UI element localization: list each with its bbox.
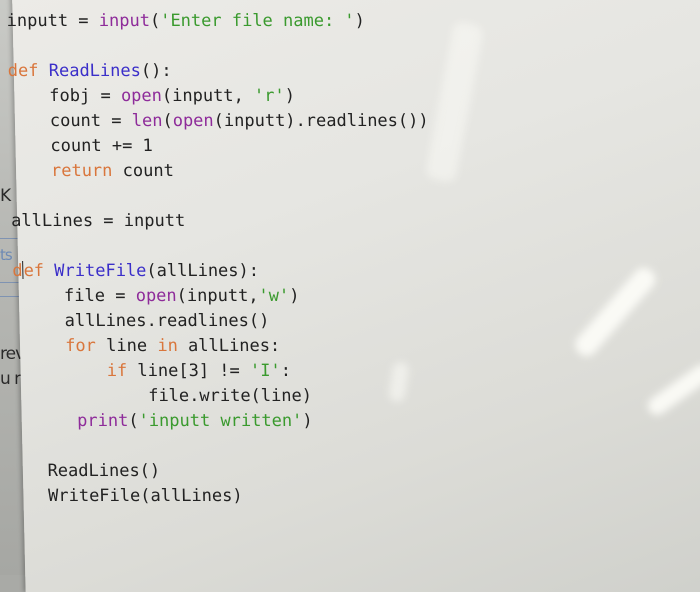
code-editor[interactable]: inputt = input('Enter file name: ') def R… bbox=[6, 0, 700, 592]
code-token: ( bbox=[149, 11, 161, 31]
code-token: (): bbox=[140, 61, 172, 81]
string-token: 'I' bbox=[249, 361, 281, 381]
keyword-token: d bbox=[12, 261, 23, 281]
code-line[interactable]: count = len(open(inputt).readlines()) bbox=[9, 109, 429, 134]
code-token: ReadLines() bbox=[16, 461, 161, 481]
builtin-token: input bbox=[98, 11, 151, 31]
function-name-token: ReadLines bbox=[48, 61, 142, 81]
code-token: : bbox=[280, 361, 292, 381]
code-token: ) bbox=[354, 11, 366, 31]
code-token: allLines: bbox=[177, 336, 281, 356]
code-token: ( bbox=[162, 111, 173, 131]
string-token: 'w' bbox=[258, 286, 290, 306]
string-token: 'r' bbox=[253, 86, 285, 106]
code-token: ) bbox=[302, 411, 313, 431]
screen-glare bbox=[571, 263, 660, 361]
code-line[interactable]: if line[3] != 'I': bbox=[14, 359, 434, 384]
function-name-token: WriteFile bbox=[54, 261, 147, 281]
code-token: (inputt).readlines()) bbox=[213, 111, 429, 131]
keyword-token: in bbox=[157, 336, 179, 356]
code-token: allLines = inputt bbox=[10, 211, 186, 231]
builtin-token: print bbox=[15, 411, 129, 431]
code-line[interactable]: print('inputt written') bbox=[15, 409, 435, 434]
code-token: (inputt, bbox=[161, 86, 255, 106]
code-line[interactable]: allLines.readlines() bbox=[13, 309, 433, 334]
background-window-text: K bbox=[0, 186, 11, 206]
code-line[interactable]: fobj = open(inputt, 'r') bbox=[8, 84, 428, 109]
keyword-token: for bbox=[13, 336, 97, 356]
code-token: file = bbox=[12, 286, 136, 306]
code-line[interactable]: ReadLines() bbox=[17, 459, 437, 484]
code-token: inputt = bbox=[6, 11, 100, 31]
keyword-token: if bbox=[14, 361, 128, 381]
code-line[interactable]: def ReadLines(): bbox=[8, 59, 428, 84]
screen-glare bbox=[424, 20, 485, 184]
code-line[interactable]: allLines = inputt bbox=[11, 209, 431, 234]
keyword-token: return bbox=[9, 161, 113, 181]
code-text-area[interactable]: inputt = input('Enter file name: ') def R… bbox=[6, 9, 437, 509]
screen-glare bbox=[644, 360, 700, 419]
code-token: WriteFile(allLines) bbox=[17, 486, 243, 506]
code-token: ) bbox=[289, 286, 300, 306]
code-token: (allLines): bbox=[146, 261, 260, 281]
builtin-token: open bbox=[120, 86, 163, 106]
code-line[interactable] bbox=[11, 234, 431, 259]
code-line[interactable]: count += 1 bbox=[9, 134, 429, 159]
background-window-text: ts bbox=[0, 246, 13, 264]
code-line[interactable]: file = open(inputt,'w') bbox=[13, 284, 433, 309]
string-token: 'inputt written' bbox=[138, 411, 303, 431]
code-line[interactable]: for line in allLines: bbox=[14, 334, 434, 359]
code-token: line[3] != bbox=[126, 361, 251, 381]
code-token: ( bbox=[128, 411, 139, 431]
code-token: count bbox=[112, 161, 175, 181]
code-line[interactable] bbox=[10, 184, 430, 209]
code-line[interactable] bbox=[7, 34, 427, 59]
code-token: line bbox=[95, 336, 158, 356]
keyword-token: def bbox=[12, 261, 54, 281]
keyword-token: ef bbox=[23, 261, 55, 281]
code-line[interactable]: WriteFile(allLines) bbox=[17, 484, 437, 509]
code-line[interactable]: inputt = input('Enter file name: ') bbox=[6, 9, 426, 34]
builtin-token: open bbox=[172, 111, 214, 131]
code-token: fobj = bbox=[8, 86, 122, 106]
code-token: count += 1 bbox=[9, 136, 154, 156]
code-token: count = bbox=[8, 111, 132, 131]
code-token: (inputt, bbox=[176, 286, 259, 306]
code-line[interactable]: return count bbox=[10, 159, 430, 184]
code-token: ) bbox=[284, 86, 296, 106]
keyword-token: def bbox=[7, 61, 49, 81]
code-token: allLines.readlines() bbox=[13, 311, 270, 331]
code-line[interactable] bbox=[16, 434, 436, 459]
builtin-token: open bbox=[135, 286, 177, 306]
code-line[interactable]: def WriteFile(allLines): bbox=[12, 259, 432, 284]
code-line[interactable]: file.write(line) bbox=[15, 384, 435, 409]
builtin-token: len bbox=[131, 111, 163, 131]
string-token: 'Enter file name: ' bbox=[159, 11, 355, 31]
code-token: file.write(line) bbox=[14, 386, 313, 406]
